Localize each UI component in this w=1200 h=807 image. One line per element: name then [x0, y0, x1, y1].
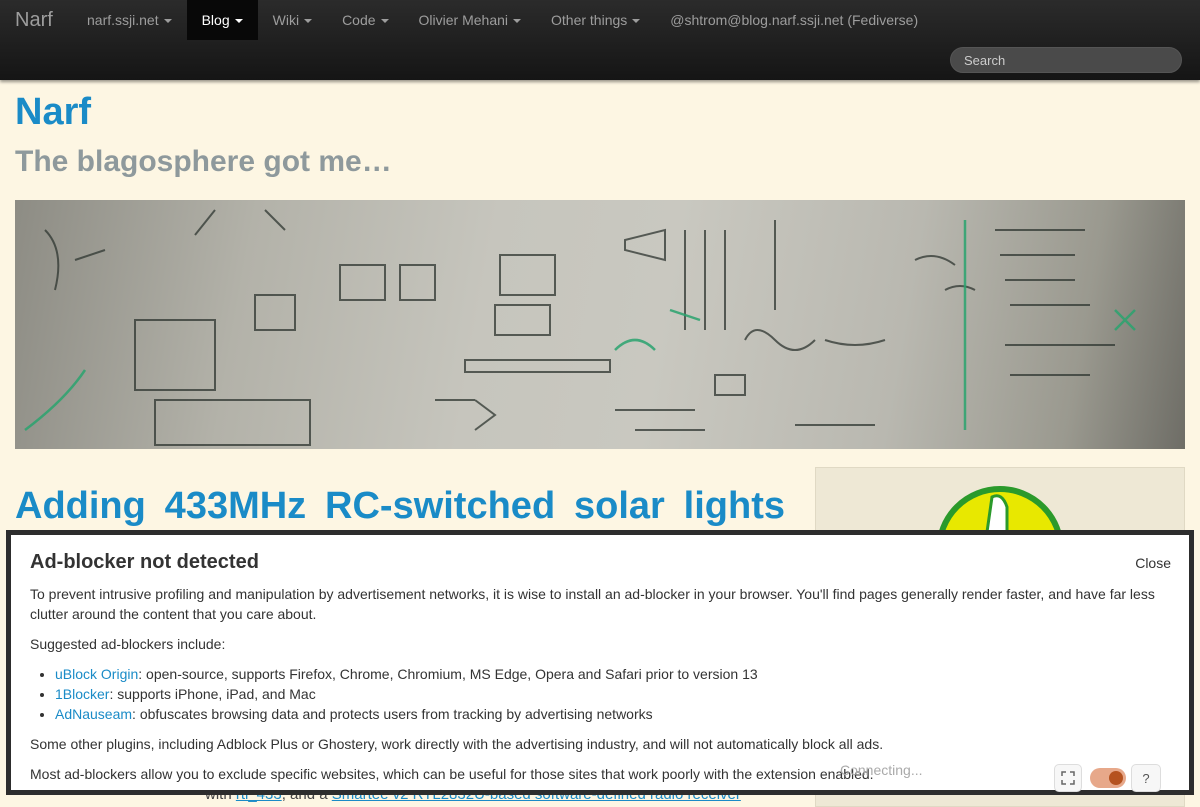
nav-item-label: Olivier Mehani — [418, 12, 509, 28]
help-icon: ? — [1142, 770, 1150, 786]
nav-item-label: @shtrom@blog.narf.ssji.net (Fediverse) — [670, 12, 919, 28]
toggle-knob — [1109, 771, 1123, 785]
nav-item-label: Code — [342, 12, 376, 28]
nav-menu: narf.ssji.net Blog Wiki Code Olivier Meh… — [72, 0, 933, 40]
blocker-desc: : open-source, supports Firefox, Chrome,… — [138, 666, 758, 682]
caret-down-icon — [380, 19, 389, 24]
search-input[interactable] — [950, 47, 1182, 73]
article-title-link[interactable]: Adding 433MHz RC-switched solar lights — [15, 483, 785, 529]
modal-intro: To prevent intrusive profiling and manip… — [30, 586, 1155, 622]
fullscreen-button[interactable] — [1054, 764, 1082, 792]
nav-item-label: Blog — [201, 12, 230, 28]
close-button[interactable]: Close — [1135, 555, 1171, 571]
caret-down-icon — [632, 19, 641, 24]
nav-item-label: Wiki — [272, 12, 300, 28]
caret-down-icon — [234, 19, 243, 24]
ublock-origin-link[interactable]: uBlock Origin — [55, 666, 138, 682]
adblock-modal: Ad-blocker not detected Close To prevent… — [6, 530, 1194, 795]
header-banner-image — [15, 200, 1185, 449]
nav-item-label: Other things — [551, 12, 628, 28]
nav-item-fediverse[interactable]: @shtrom@blog.narf.ssji.net (Fediverse) — [655, 0, 933, 40]
modal-title: Ad-blocker not detected — [30, 551, 259, 573]
nav-item-narf[interactable]: narf.ssji.net — [72, 0, 187, 40]
top-navbar: Narf narf.ssji.net Blog Wiki Code Olivie… — [0, 0, 1200, 80]
theme-toggle[interactable] — [1090, 768, 1126, 788]
modal-body: To prevent intrusive profiling and manip… — [30, 584, 1170, 794]
fullscreen-icon — [1061, 771, 1075, 785]
nav-item-other-things[interactable]: Other things — [536, 0, 655, 40]
1blocker-link[interactable]: 1Blocker — [55, 686, 109, 702]
list-item: AdNauseam: obfuscates browsing data and … — [55, 704, 1170, 724]
modal-other-plugins: Some other plugins, including Adblock Pl… — [30, 736, 884, 752]
nav-item-label: narf.ssji.net — [87, 12, 159, 28]
list-item: 1Blocker: supports iPhone, iPad, and Mac — [55, 684, 1170, 704]
caret-down-icon — [304, 19, 313, 24]
blocker-desc: : supports iPhone, iPad, and Mac — [109, 686, 316, 702]
nav-item-blog[interactable]: Blog — [186, 0, 258, 40]
modal-exclude: Most ad-blockers allow you to exclude sp… — [30, 766, 874, 782]
connection-status: Connecting... — [840, 762, 923, 778]
nav-item-wiki[interactable]: Wiki — [258, 0, 327, 40]
blocker-desc: : obfuscates browsing data and protects … — [132, 706, 653, 722]
caret-down-icon — [163, 19, 172, 24]
site-title[interactable]: Narf — [15, 90, 91, 134]
brand-link[interactable]: Narf — [15, 8, 53, 32]
nav-item-code[interactable]: Code — [327, 0, 403, 40]
caret-down-icon — [513, 19, 522, 24]
site-subtitle: The blagosphere got me… — [15, 145, 392, 178]
adblocker-list: uBlock Origin: open-source, supports Fir… — [30, 664, 1170, 724]
nav-item-olivier-mehani[interactable]: Olivier Mehani — [404, 0, 536, 40]
list-item: uBlock Origin: open-source, supports Fir… — [55, 664, 1170, 684]
modal-suggested: Suggested ad-blockers include: — [30, 636, 226, 652]
whiteboard-sketch — [24, 209, 1136, 446]
adnauseam-link[interactable]: AdNauseam — [55, 706, 132, 722]
help-button[interactable]: ? — [1131, 764, 1161, 792]
